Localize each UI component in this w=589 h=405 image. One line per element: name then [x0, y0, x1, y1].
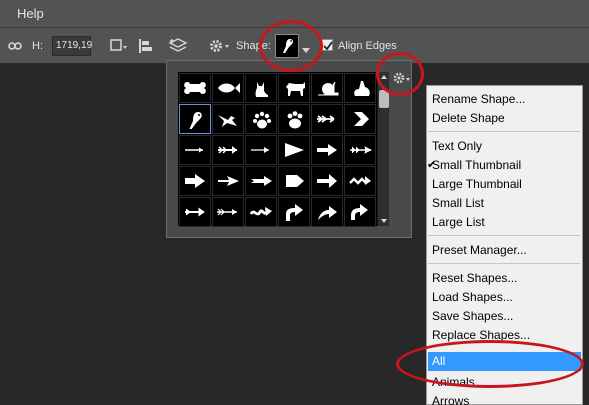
shape-cell-arrowhead[interactable] [278, 135, 310, 165]
shape-cell-arrow-wide[interactable] [311, 166, 343, 196]
annotation-circle-gear [376, 52, 424, 96]
chevron-arrow-icon [354, 112, 369, 126]
menu-separator [428, 235, 580, 236]
path-arrangement-icon[interactable] [168, 28, 188, 64]
arrow-feather-2-icon [218, 146, 237, 154]
menu-item-delete-shape[interactable]: Delete Shape [432, 109, 505, 128]
arrow-bold-icon [317, 144, 337, 156]
paw-print-2-icon [287, 111, 303, 129]
arrow-feather-icon [317, 115, 335, 123]
arrow-curved-turn-icon [351, 204, 368, 220]
menu-separator [428, 263, 580, 264]
shape-cell-arrow-curved-up[interactable] [311, 197, 343, 227]
arrow-dart-icon [350, 146, 372, 154]
shape-cell-arrow-bold[interactable] [311, 135, 343, 165]
arrowhead-icon [285, 143, 304, 157]
paw-print-icon [253, 111, 271, 129]
menu-item-large-list[interactable]: Large List [432, 213, 485, 232]
menu-help[interactable]: Help [17, 6, 44, 21]
shape-cell-chevron-arrow[interactable] [344, 104, 376, 134]
arrow-double-icon [185, 207, 205, 217]
shape-cell-arrow-line[interactable] [245, 135, 277, 165]
arrow-fletched-icon [251, 176, 272, 186]
arrow-line-icon [251, 147, 269, 153]
shape-cell-cat[interactable] [245, 73, 277, 103]
shape-cell-parrot[interactable] [179, 104, 211, 134]
shape-cell-dog[interactable] [278, 73, 310, 103]
menu-item-arrows[interactable]: Arrows [432, 392, 469, 405]
bird-icon [218, 115, 237, 127]
annotation-circle-all [396, 340, 584, 388]
arrow-thin-icon [185, 147, 203, 153]
arrow-pentagon-icon [286, 175, 304, 187]
menu-item-small-list[interactable]: Small List [432, 194, 484, 213]
fish-icon [218, 83, 240, 93]
parrot-icon [189, 112, 202, 129]
menu-item-label: Small Thumbnail [432, 158, 522, 172]
path-alignment-icon[interactable] [138, 28, 156, 64]
shape-cell-arrow-feather[interactable] [311, 104, 343, 134]
shape-cell-paw-print[interactable] [245, 104, 277, 134]
snail-icon [318, 81, 339, 96]
menu-item-small-thumbnail[interactable]: ✔ Small Thumbnail [427, 156, 522, 175]
h-label: H: [32, 40, 43, 52]
shape-cell-arrow-wavy[interactable] [245, 197, 277, 227]
menu-item-reset-shapes[interactable]: Reset Shapes... [432, 269, 517, 288]
settings-gear-icon[interactable] [208, 28, 230, 64]
shape-cell-snail[interactable] [311, 73, 343, 103]
arrow-curved-right-icon [286, 204, 303, 221]
shape-cell-arrow-dart[interactable] [344, 135, 376, 165]
shape-cell-arrow-zigzag[interactable] [344, 166, 376, 196]
shape-cell-arrow-tail[interactable] [212, 197, 244, 227]
shape-picker-scrollbar[interactable] [377, 72, 389, 226]
checkmark-icon: ✔ [427, 159, 437, 171]
shape-cell-arrow-feather-2[interactable] [212, 135, 244, 165]
shape-grid [178, 72, 378, 227]
shape-cell-arrow-curved-right[interactable] [278, 197, 310, 227]
bone-icon [184, 82, 206, 94]
menu-item-rename-shape[interactable]: Rename Shape... [432, 90, 525, 109]
shape-cell-arrow-block[interactable] [179, 166, 211, 196]
annotation-circle-shape [259, 20, 323, 72]
menu-item-preset-manager[interactable]: Preset Manager... [432, 241, 527, 260]
menu-item-text-only[interactable]: Text Only [432, 137, 482, 156]
scroll-down-arrow-icon[interactable] [381, 219, 387, 223]
arrow-block-icon [185, 174, 205, 188]
shape-picker-panel [166, 60, 412, 238]
arrow-curved-up-icon [318, 206, 337, 220]
shape-cell-arrow-fletched[interactable] [245, 166, 277, 196]
shape-cell-arrow-thin[interactable] [179, 135, 211, 165]
path-operations-icon[interactable] [110, 28, 128, 64]
menu-item-large-thumbnail[interactable]: Large Thumbnail [432, 175, 522, 194]
shape-cell-bird[interactable] [212, 104, 244, 134]
arrow-sleek-icon [218, 176, 239, 186]
shape-cell-arrow-pentagon[interactable] [278, 166, 310, 196]
shape-cell-bone[interactable] [179, 73, 211, 103]
shape-cell-arrow-double[interactable] [179, 197, 211, 227]
shape-cell-arrow-sleek[interactable] [212, 166, 244, 196]
checkmark-icon [323, 41, 333, 51]
shape-cell-paw-print-2[interactable] [278, 104, 310, 134]
shape-cell-arrow-curved-turn[interactable] [344, 197, 376, 227]
shape-cell-fish[interactable] [212, 73, 244, 103]
cat-icon [255, 82, 268, 97]
arrow-zigzag-icon [349, 176, 371, 185]
height-input[interactable]: 1719,19 [52, 36, 92, 56]
rabbit-icon [354, 81, 370, 96]
dog-icon [286, 82, 305, 96]
arrow-wide-icon [317, 174, 337, 188]
menu-item-load-shapes[interactable]: Load Shapes... [432, 288, 513, 307]
arrow-wavy-icon [249, 207, 272, 216]
shape-cell-rabbit[interactable] [344, 73, 376, 103]
menu-separator [428, 131, 580, 132]
menu-item-save-shapes[interactable]: Save Shapes... [432, 307, 513, 326]
link-icon[interactable] [8, 28, 22, 64]
arrow-tail-icon [217, 208, 237, 216]
